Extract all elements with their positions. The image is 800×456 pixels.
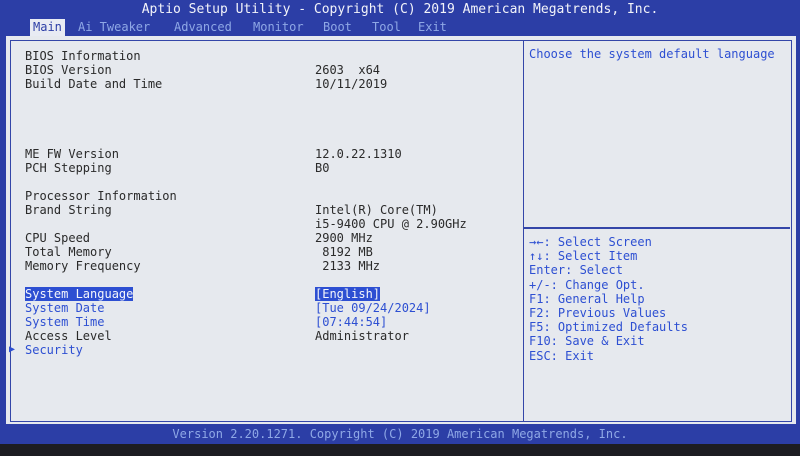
settings-panel: BIOS Information BIOS Version 2603 x64 B… bbox=[9, 40, 524, 422]
brand-string-row: Brand String Intel(R) Core(TM) bbox=[25, 203, 438, 217]
key-change-opt: +/-: Change Opt. bbox=[529, 277, 645, 292]
help-description: Choose the system default language bbox=[529, 47, 775, 61]
key-legend: →←: Select Screen ↑↓: Select Item Enter:… bbox=[529, 235, 688, 363]
system-time-field[interactable]: [07:44:54] bbox=[315, 315, 387, 329]
system-language-select[interactable]: [English] bbox=[315, 287, 381, 301]
pch-stepping-row: PCH Stepping B0 bbox=[25, 161, 330, 175]
submenu-arrow-icon: ▶ bbox=[9, 344, 16, 355]
title-bar: Aptio Setup Utility - Copyright (C) 2019… bbox=[141, 2, 659, 17]
system-date-field[interactable]: [Tue 09/24/2024] bbox=[315, 301, 431, 315]
security-submenu[interactable]: ▶ Security bbox=[9, 343, 83, 357]
memory-frequency-row: Memory Frequency 2133 MHz bbox=[25, 259, 381, 273]
tab-ai-tweaker[interactable]: Ai Tweaker bbox=[75, 19, 153, 36]
me-fw-version-row: ME FW Version 12.0.22.1310 bbox=[25, 147, 402, 161]
help-panel: Choose the system default language →←: S… bbox=[524, 40, 792, 422]
key-select-item: ↑↓: Select Item bbox=[529, 249, 638, 264]
bios-version-row: BIOS Version 2603 x64 bbox=[25, 63, 381, 77]
security-label[interactable]: Security bbox=[25, 343, 83, 357]
brand-string-continued: i5-9400 CPU @ 2.90GHz bbox=[315, 217, 467, 231]
key-enter: Enter: Select bbox=[529, 263, 623, 278]
key-save-exit: F10: Save & Exit bbox=[529, 334, 645, 349]
tab-monitor[interactable]: Monitor bbox=[250, 19, 307, 36]
bios-information-header: BIOS Information bbox=[25, 49, 141, 63]
system-date-label[interactable]: System Date bbox=[25, 301, 104, 315]
key-select-screen: →←: Select Screen bbox=[529, 235, 652, 249]
system-time-label[interactable]: System Time bbox=[25, 315, 104, 329]
processor-information-header: Processor Information bbox=[25, 189, 177, 203]
menu-bar: Main Ai Tweaker Advanced Monitor Boot To… bbox=[0, 19, 800, 36]
main-frame: BIOS Information BIOS Version 2603 x64 B… bbox=[6, 36, 796, 424]
system-date-row[interactable]: System Date [Tue 09/24/2024] bbox=[25, 301, 431, 315]
bottom-bezel bbox=[0, 444, 800, 456]
key-exit: ESC: Exit bbox=[529, 348, 595, 363]
system-time-row[interactable]: System Time [07:44:54] bbox=[25, 315, 387, 329]
tab-main[interactable]: Main bbox=[30, 19, 65, 36]
tab-advanced[interactable]: Advanced bbox=[171, 19, 235, 36]
system-language-label[interactable]: System Language bbox=[25, 287, 134, 301]
tab-tool[interactable]: Tool bbox=[369, 19, 404, 36]
cpu-speed-row: CPU Speed 2900 MHz bbox=[25, 231, 373, 245]
key-optimized-defaults: F5: Optimized Defaults bbox=[529, 320, 688, 335]
system-language-row[interactable]: System Language [English] bbox=[25, 287, 381, 301]
access-level-row: Access Level Administrator bbox=[25, 329, 409, 343]
key-general-help: F1: General Help bbox=[529, 291, 645, 306]
build-date-row: Build Date and Time 10/11/2019 bbox=[25, 77, 388, 91]
help-divider bbox=[524, 227, 790, 229]
tab-boot[interactable]: Boot bbox=[320, 19, 355, 36]
key-previous-values: F2: Previous Values bbox=[529, 306, 667, 321]
total-memory-row: Total Memory 8192 MB bbox=[25, 245, 373, 259]
tab-exit[interactable]: Exit bbox=[415, 19, 450, 36]
footer-version: Version 2.20.1271. Copyright (C) 2019 Am… bbox=[172, 427, 628, 441]
